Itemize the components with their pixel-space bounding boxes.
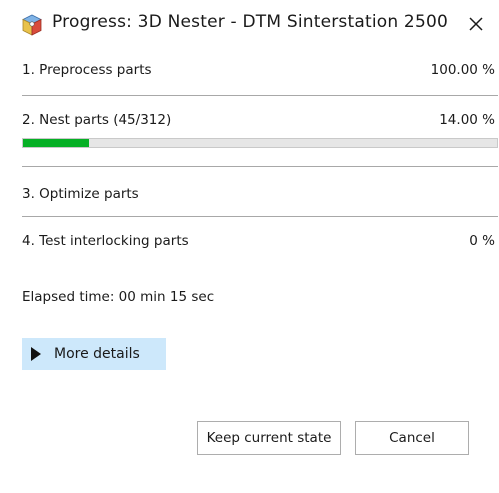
close-button[interactable] <box>462 10 490 38</box>
more-details-label: More details <box>54 346 140 362</box>
nest-progress-bar <box>22 138 498 148</box>
keep-current-state-button[interactable]: Keep current state <box>197 421 341 455</box>
divider <box>22 166 498 167</box>
window-title: Progress: 3D Nester - DTM Sinterstation … <box>52 12 452 32</box>
title-bar: Progress: 3D Nester - DTM Sinterstation … <box>0 0 499 48</box>
progress-fill <box>23 139 90 147</box>
step-percent: 100.00 % <box>430 62 495 78</box>
divider <box>22 216 498 217</box>
step-percent: 14.00 % <box>439 112 495 128</box>
step-label: 4. Test interlocking parts <box>22 233 189 249</box>
cancel-button[interactable]: Cancel <box>355 421 469 455</box>
step-label: 3. Optimize parts <box>22 186 139 202</box>
divider <box>22 95 498 96</box>
step-label: 2. Nest parts (45/312) <box>22 112 172 128</box>
expand-triangle-icon <box>31 347 41 361</box>
step-label: 1. Preprocess parts <box>22 62 152 78</box>
step-percent: 0 % <box>469 233 495 249</box>
more-details-toggle[interactable]: More details <box>22 338 166 370</box>
cube-gear-icon <box>21 14 43 36</box>
close-icon <box>469 17 483 31</box>
elapsed-time: Elapsed time: 00 min 15 sec <box>22 289 215 305</box>
